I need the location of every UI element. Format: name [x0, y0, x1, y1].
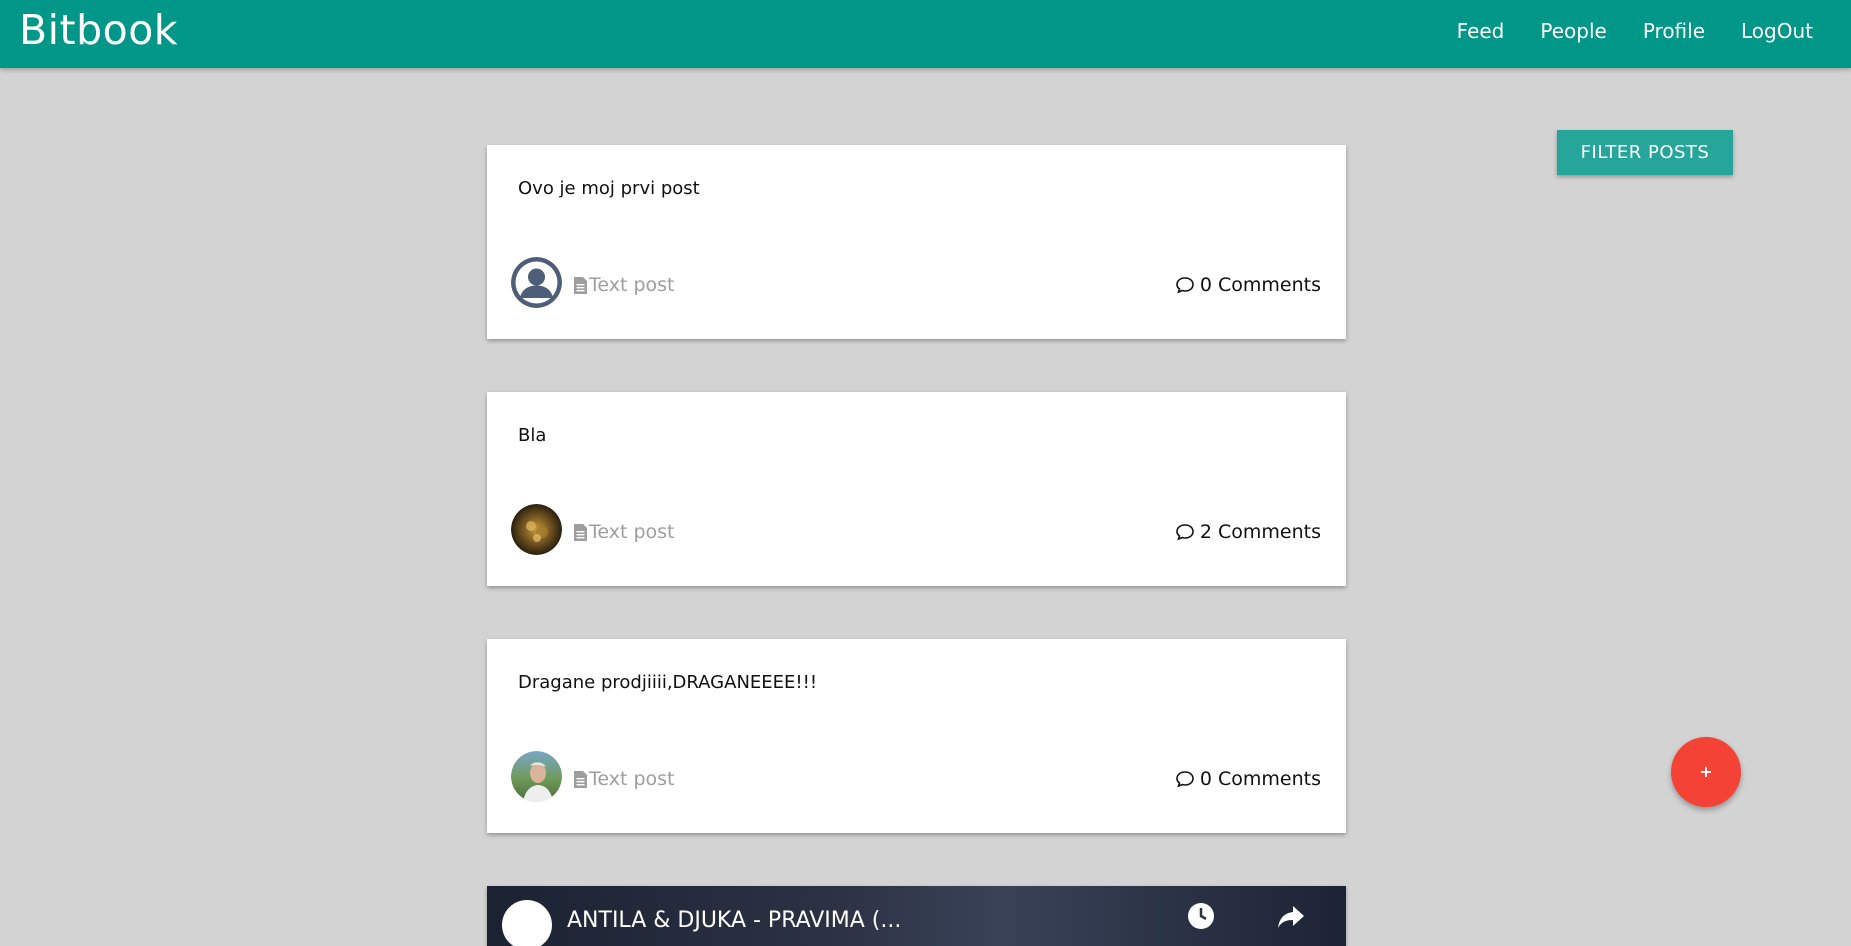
comments-count: 0 Comments [1199, 274, 1321, 296]
comments-link[interactable]: 0 Comments [1175, 768, 1321, 790]
document-icon [574, 276, 587, 294]
post-type-label: Text post [589, 521, 675, 543]
share-icon[interactable] [1277, 904, 1305, 930]
post-text: Bla [518, 425, 547, 446]
default-user-icon [511, 257, 562, 308]
post-feed: Ovo je moj prvi post Text post 0 Comment [487, 145, 1346, 946]
post-card[interactable]: Dragane prodjiiii,DRAGANEEEE!!! Text pos… [487, 639, 1346, 833]
avatar[interactable] [511, 257, 562, 308]
comments-count: 0 Comments [1199, 768, 1321, 790]
top-navbar: Bitbook Feed People Profile LogOut [0, 0, 1851, 68]
comments-link[interactable]: 2 Comments [1175, 521, 1321, 543]
clock-icon[interactable] [1187, 902, 1215, 930]
video-title[interactable]: ANTILA & DJUKA - PRAVIMA (... [567, 908, 901, 933]
post-type: Text post [574, 521, 675, 543]
user-photo-icon [511, 751, 562, 802]
avatar[interactable] [511, 504, 562, 555]
brand-logo[interactable]: Bitbook [19, 6, 178, 54]
post-type: Text post [574, 768, 675, 790]
nav-links: Feed People Profile LogOut [1457, 19, 1813, 43]
comment-bubble-icon [1176, 524, 1194, 541]
nav-link-logout[interactable]: LogOut [1741, 19, 1813, 43]
comment-bubble-icon [1176, 771, 1194, 788]
comments-count: 2 Comments [1199, 521, 1321, 543]
post-type-label: Text post [589, 768, 675, 790]
document-icon [574, 770, 587, 788]
post-type-label: Text post [589, 274, 675, 296]
video-post-card[interactable]: ANTILA & DJUKA - PRAVIMA (... [487, 886, 1346, 946]
filter-posts-button[interactable]: FILTER POSTS [1557, 130, 1733, 175]
post-text: Ovo je moj prvi post [518, 178, 700, 199]
channel-logo-icon[interactable] [502, 900, 552, 946]
post-type: Text post [574, 274, 675, 296]
post-text: Dragane prodjiiii,DRAGANEEEE!!! [518, 672, 818, 693]
add-post-button[interactable]: + [1671, 737, 1741, 807]
document-icon [574, 523, 587, 541]
post-card[interactable]: Bla Text post 2 Comments [487, 392, 1346, 586]
nav-link-feed[interactable]: Feed [1457, 19, 1505, 43]
nav-link-profile[interactable]: Profile [1643, 19, 1705, 43]
user-photo-icon [511, 504, 562, 555]
post-card[interactable]: Ovo je moj prvi post Text post 0 Comment [487, 145, 1346, 339]
nav-link-people[interactable]: People [1540, 19, 1606, 43]
avatar[interactable] [511, 751, 562, 802]
comment-bubble-icon [1176, 277, 1194, 294]
comments-link[interactable]: 0 Comments [1175, 274, 1321, 296]
